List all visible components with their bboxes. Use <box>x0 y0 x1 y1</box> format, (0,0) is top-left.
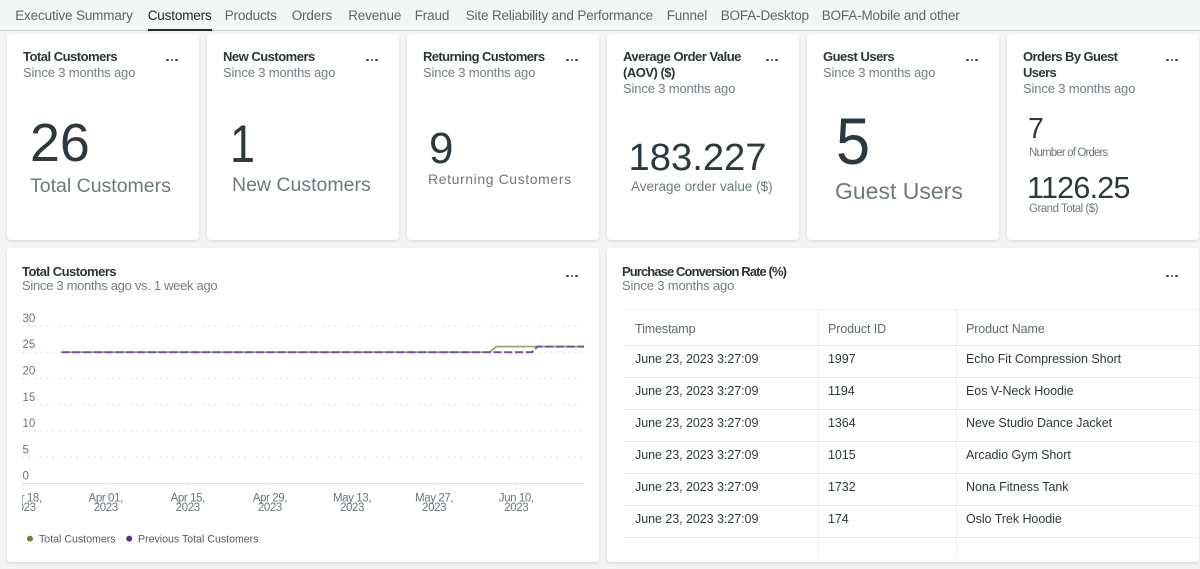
svg-text:Previous Total Customers: Previous Total Customers <box>138 533 259 545</box>
svg-text:25: 25 <box>23 339 36 351</box>
svg-text:0: 0 <box>23 471 29 483</box>
svg-text:2023: 2023 <box>94 502 118 514</box>
svg-text:5: 5 <box>23 444 29 456</box>
svg-text:2023: 2023 <box>12 502 36 514</box>
svg-text:10: 10 <box>23 418 36 430</box>
svg-text:2023: 2023 <box>340 502 364 514</box>
svg-text:20: 20 <box>23 366 36 378</box>
svg-text:Total Customers: Total Customers <box>39 533 116 545</box>
svg-text:30: 30 <box>23 313 36 325</box>
svg-text:2023: 2023 <box>176 502 200 514</box>
svg-text:2023: 2023 <box>504 502 528 514</box>
svg-text:2023: 2023 <box>422 502 446 514</box>
svg-text:2023: 2023 <box>258 502 282 514</box>
svg-text:15: 15 <box>23 392 36 404</box>
